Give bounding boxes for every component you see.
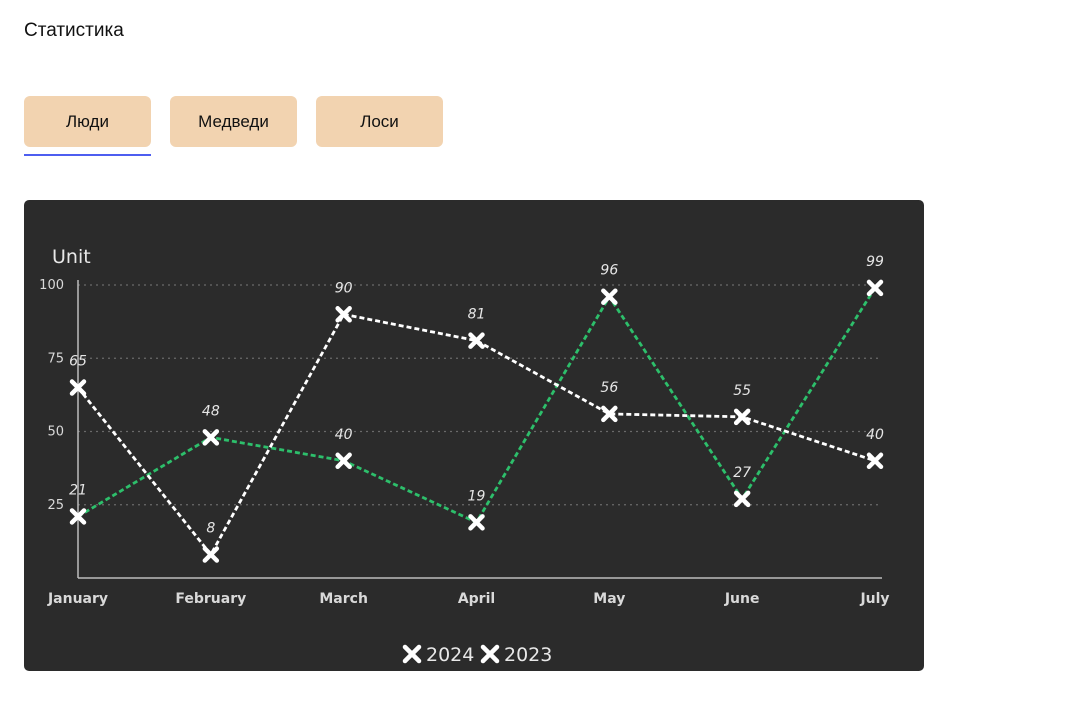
data-label: 65 [69,354,87,370]
data-point-2023 [202,546,220,563]
data-label: 99 [866,254,884,270]
data-label: 96 [600,263,618,279]
series-line-2023 [76,312,876,558]
y-axis-label: Unit [52,246,91,268]
data-point-2024 [202,429,220,446]
data-point-2024 [601,288,618,305]
y-tick-label: 100 [39,278,64,293]
legend-label: 2023 [504,644,552,666]
data-point-2024 [335,452,352,470]
data-label: 56 [600,380,618,396]
x-tick-label: May [593,591,625,607]
data-label: 81 [468,307,486,323]
data-label: 40 [866,427,884,443]
data-label: 8 [206,521,215,537]
x-tick-label: July [859,591,889,607]
x-tick-label: June [724,591,760,607]
x-tick-label: January [47,591,108,607]
data-label: 27 [733,465,751,481]
data-label: 19 [468,488,486,504]
y-tick-label: 75 [47,351,64,366]
legend-item-2023[interactable]: 2023 [480,644,552,666]
series-line-2024 [77,287,877,525]
y-tick-label: 25 [47,498,64,513]
data-point-2024 [468,514,485,531]
y-tick-label: 50 [47,425,64,440]
chart-card: Unit 25 50 75 100 January February March April M… [24,200,924,671]
data-label: 21 [69,482,87,498]
tab-bar: Люди Медведи Лоси [24,96,443,156]
x-tick-label: February [175,591,246,607]
data-label: 48 [202,403,220,419]
data-label: 90 [335,280,353,296]
data-label: 40 [335,427,353,443]
data-label: 55 [733,383,751,399]
legend-label: 2024 [426,644,474,666]
line-chart: Unit 25 50 75 100 January February March April M… [39,246,889,666]
data-point-2023 [733,408,751,426]
x-tick-label: March [319,591,368,607]
tab-people[interactable]: Люди [24,96,151,156]
data-point-2024 [733,490,751,508]
legend-item-2024[interactable]: 2024 [402,644,474,666]
data-point-2024 [866,279,884,297]
tab-moose[interactable]: Лоси [316,96,443,147]
tab-bears[interactable]: Медведи [170,96,297,147]
x-tick-label: April [458,591,495,607]
page-title: Статистика [24,20,124,41]
